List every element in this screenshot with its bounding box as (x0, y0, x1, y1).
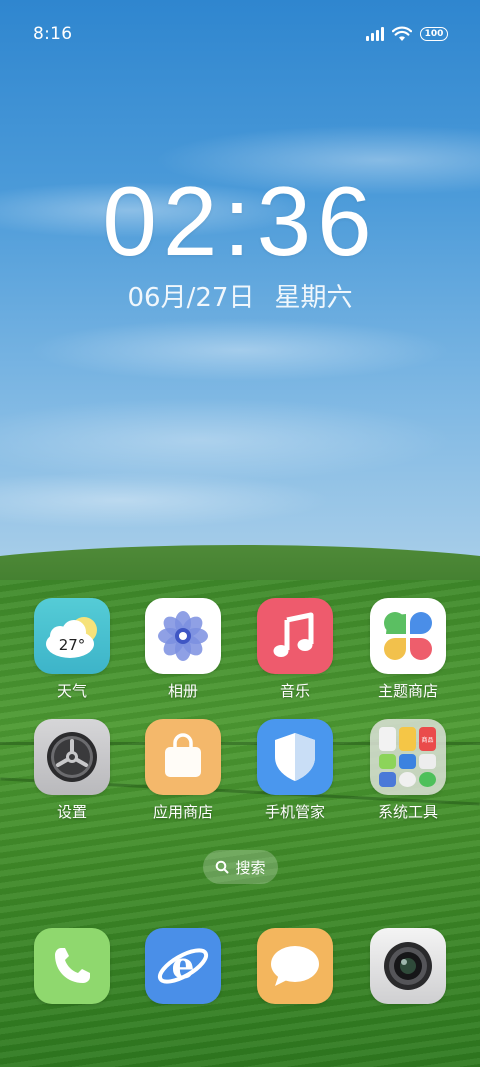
status-bar: 8:16 100 (0, 0, 480, 68)
mini-app-icon (379, 727, 396, 751)
signal-icon (366, 27, 384, 41)
dock-browser[interactable]: e (128, 928, 238, 1004)
app-label: 设置 (56, 803, 87, 821)
app-phone-manager[interactable]: 手机管家 (240, 719, 350, 821)
battery-level: 100 (424, 28, 444, 39)
app-label: 音乐 (279, 682, 310, 700)
folder-badge-text: 商品 (421, 736, 434, 744)
weather-icon: 27° (34, 598, 110, 674)
phone-icon (34, 928, 110, 1004)
search-button[interactable]: 搜索 (203, 850, 278, 884)
app-settings[interactable]: 设置 (17, 719, 127, 821)
mini-app-icon (419, 754, 436, 769)
music-note-icon (257, 598, 333, 674)
app-app-store[interactable]: 应用商店 (128, 719, 238, 821)
mini-app-icon (399, 727, 416, 751)
dock-phone[interactable] (17, 928, 127, 1004)
app-music[interactable]: 音乐 (240, 598, 350, 700)
shield-icon (257, 719, 333, 795)
app-label: 系统工具 (377, 803, 438, 821)
app-theme-store[interactable]: 主题商店 (353, 598, 463, 700)
folder-icon: 商品 (370, 719, 446, 795)
clock-widget-time[interactable]: 02:36 (0, 172, 480, 270)
status-icons: 100 (366, 26, 448, 42)
app-weather[interactable]: 27° 天气 (17, 598, 127, 700)
weekday-text: 星期六 (274, 283, 353, 313)
mini-app-icon: 商品 (419, 727, 436, 751)
mini-app-icon (399, 754, 416, 769)
theme-petals-icon (370, 598, 446, 674)
browser-icon: e (145, 928, 221, 1004)
app-label: 相册 (167, 682, 198, 700)
mini-app-icon (379, 754, 396, 769)
chat-bubble-icon (257, 928, 333, 1004)
clock-widget-date[interactable]: 06月/27日 星期六 (0, 277, 480, 314)
app-label: 手机管家 (264, 803, 325, 821)
mini-app-icon (379, 772, 396, 787)
weather-temperature: 27° (58, 636, 86, 654)
mini-app-icon (399, 772, 416, 787)
flower-icon (145, 598, 221, 674)
search-icon (216, 860, 229, 874)
wifi-icon (392, 26, 412, 41)
battery-icon: 100 (420, 27, 448, 41)
gear-icon (34, 719, 110, 795)
shopping-bag-icon (145, 719, 221, 795)
search-label: 搜索 (235, 858, 266, 877)
date-text: 06月/27日 (127, 283, 255, 313)
dock-messages[interactable] (240, 928, 350, 1004)
status-time: 8:16 (33, 24, 73, 44)
app-label: 主题商店 (377, 682, 438, 700)
svg-text:e: e (172, 945, 195, 987)
app-label: 天气 (56, 682, 87, 700)
mini-app-icon (419, 772, 436, 787)
camera-icon (370, 928, 446, 1004)
dock-camera[interactable] (353, 928, 463, 1004)
app-label: 应用商店 (152, 803, 213, 821)
wallpaper (0, 0, 480, 1067)
app-gallery[interactable]: 相册 (128, 598, 238, 700)
folder-system-tools[interactable]: 商品 系统工具 (353, 719, 463, 821)
